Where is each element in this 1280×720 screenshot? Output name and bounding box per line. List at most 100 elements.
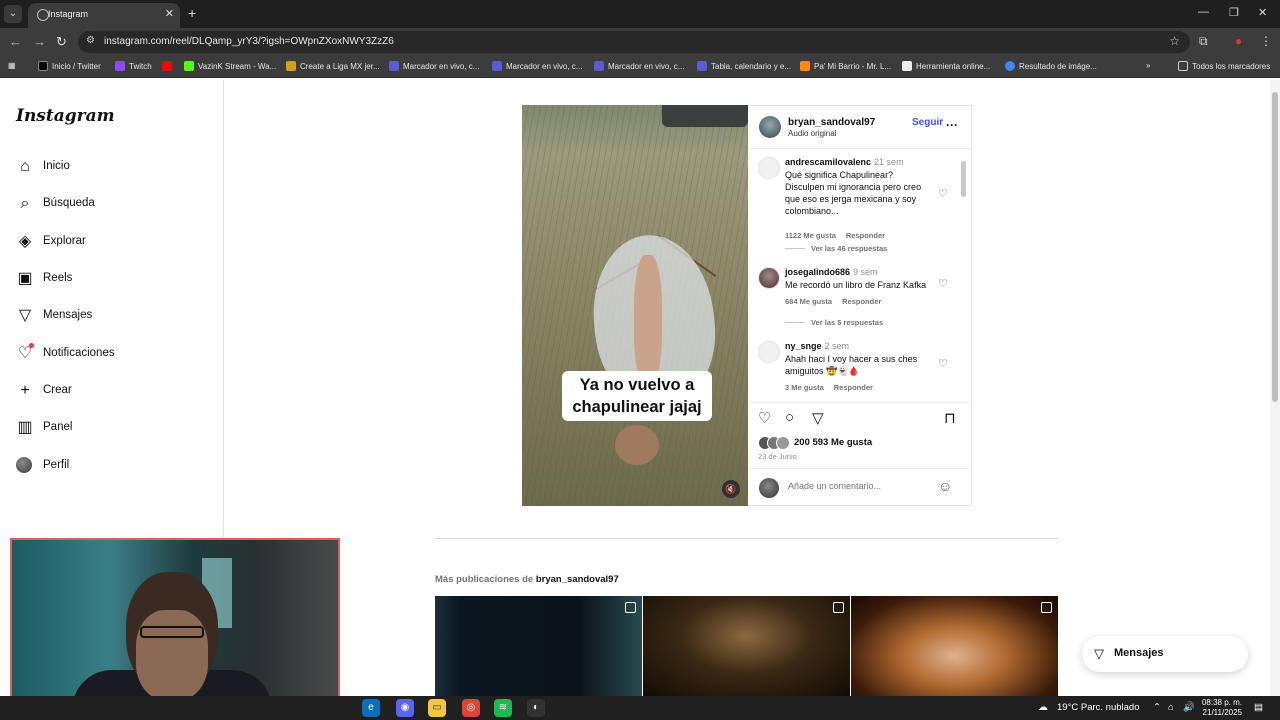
sidebar-item-busqueda[interactable]: ⌕ Búsqueda (16, 195, 206, 219)
apps-grid-icon[interactable]: ▦ (8, 61, 16, 70)
address-url[interactable]: instagram.com/reel/DLQamp_yrY3/?igsh=OWp… (104, 36, 394, 47)
bookmark-item[interactable]: Marcador en vivo, c... (492, 61, 582, 71)
weather-text[interactable]: 19°C Parc. nublado (1057, 702, 1140, 713)
tab-search-icon[interactable]: ⌄ (4, 5, 22, 23)
bookmark-item[interactable]: Pa' Mi Barrio - Mr. L... (800, 61, 891, 71)
share-icon[interactable]: ▽ (812, 409, 824, 427)
post-thumbnail[interactable] (435, 596, 642, 696)
page-scrollbar-thumb[interactable] (1272, 92, 1278, 402)
sidebar-item-panel[interactable]: ▥ Panel (16, 419, 206, 443)
reel-icon (625, 602, 636, 613)
close-window-icon[interactable]: ✕ (1258, 6, 1267, 19)
like-comment-icon[interactable]: ♡ (938, 187, 948, 200)
post-thumbnail[interactable] (643, 596, 850, 696)
obs-icon[interactable]: ◐ (527, 699, 545, 717)
bookmark-item[interactable] (162, 61, 176, 71)
sidebar-item-perfil[interactable]: Perfil (16, 457, 206, 481)
sidebar-item-explorar[interactable]: ◈ Explorar (16, 233, 206, 257)
profile-icon[interactable]: ● (1235, 34, 1242, 48)
back-icon[interactable]: ← (9, 34, 22, 49)
view-replies-button[interactable]: Ver las 46 respuestas (785, 244, 887, 253)
forward-icon[interactable]: → (33, 34, 46, 49)
comment-username[interactable]: andrescamilovalenc 21 sem (785, 157, 904, 167)
more-posts-heading: Más publicaciones de bryan_sandoval97 (435, 574, 619, 585)
minimize-icon[interactable]: — (1198, 6, 1209, 18)
messages-icon: ▽ (18, 307, 32, 324)
bookmark-star-icon[interactable]: ☆ (1169, 34, 1180, 48)
bookmark-item[interactable]: Twitch (115, 61, 152, 71)
bookmark-item[interactable]: Create a Liga MX jer... (286, 61, 380, 71)
menu-icon[interactable]: ⋮ (1260, 34, 1272, 48)
commenter-avatar[interactable] (758, 341, 780, 363)
reply-button[interactable]: Responder (834, 383, 873, 392)
like-comment-icon[interactable]: ♡ (938, 357, 948, 370)
sidebar-item-crear[interactable]: + Crear (16, 382, 206, 406)
like-comment-icon[interactable]: ♡ (938, 277, 948, 290)
sidebar-item-mensajes[interactable]: ▽ Mensajes (16, 307, 206, 331)
edge-icon[interactable]: e (362, 699, 380, 717)
author-username[interactable]: bryan_sandoval97 (788, 117, 875, 128)
likes-count[interactable]: 200 593 Me gusta (794, 437, 872, 448)
bookmark-item[interactable]: Marcador en vivo, c... (389, 61, 479, 71)
commenter-avatar[interactable] (758, 267, 780, 289)
bookmark-item[interactable]: Resultado de imáge... (1005, 61, 1097, 71)
notification-center-icon[interactable]: ▤ (1254, 702, 1263, 713)
comment-username[interactable]: ny_snge 2 sem (785, 341, 849, 351)
reload-icon[interactable]: ↻ (56, 34, 67, 50)
bookmark-item[interactable]: Tabla, calendario y e... (697, 61, 791, 71)
address-bar[interactable]: ⚙ instagram.com/reel/DLQamp_yrY3/?igsh=O… (78, 31, 1190, 53)
sidebar-item-reels[interactable]: ▣ Reels (16, 270, 206, 294)
reply-button[interactable]: Responder (842, 297, 881, 306)
volume-icon[interactable]: 🔊 (1183, 702, 1195, 713)
discord-icon[interactable]: ◉ (396, 699, 414, 717)
sidebar-item-inicio[interactable]: ⌂ Inicio (16, 158, 206, 182)
mute-icon[interactable]: 🔇 (722, 480, 740, 498)
page-scrollbar[interactable] (1270, 80, 1280, 696)
restore-icon[interactable]: ❐ (1229, 6, 1239, 19)
file-explorer-icon[interactable]: ▭ (428, 699, 446, 717)
instagram-logo[interactable]: Instagram (16, 106, 115, 126)
bookmark-item[interactable]: VazinK Stream - Wa... (184, 61, 276, 71)
commenter-avatar[interactable] (758, 157, 780, 179)
emoji-icon[interactable]: ☺ (938, 478, 952, 494)
sidebar-item-notificaciones[interactable]: ♡ Notificaciones (16, 343, 206, 369)
comment-input[interactable] (788, 481, 928, 491)
tab-instagram[interactable]: Instagram ✕ (28, 3, 180, 28)
comment-likes[interactable]: 1122 Me gusta (785, 231, 836, 240)
extensions-icon[interactable]: ⧉ (1199, 34, 1208, 49)
tray-chevron-icon[interactable]: ⌃ (1153, 702, 1161, 713)
comment-icon[interactable]: ○ (785, 409, 794, 426)
audio-label[interactable]: Audio original (788, 129, 836, 138)
close-tab-icon[interactable]: ✕ (165, 7, 174, 20)
more-bookmarks-icon[interactable]: » (1146, 61, 1150, 70)
view-replies-button[interactable]: Ver las 5 respuestas (785, 318, 883, 327)
post-panel: bryan_sandoval97 Audio original Seguir ·… (748, 105, 972, 506)
network-icon[interactable]: ⌂ (1168, 702, 1174, 713)
new-tab-icon[interactable]: + (188, 5, 196, 21)
like-icon[interactable]: ♡ (758, 409, 771, 427)
comment-username[interactable]: josegalindo686 9 sem (785, 267, 878, 277)
spotify-icon[interactable]: ≋ (494, 699, 512, 717)
bookmark-item[interactable]: Herramienta online... (902, 61, 990, 71)
chrome-icon[interactable]: ◎ (462, 699, 480, 717)
reel-icon (1041, 602, 1052, 613)
more-posts-username[interactable]: bryan_sandoval97 (536, 574, 619, 585)
messages-button[interactable]: ▽ Mensajes (1082, 636, 1248, 672)
comments-list[interactable]: andrescamilovalenc 21 sem Qué significa C… (748, 149, 970, 401)
comment-likes[interactable]: 3 Me gusta (785, 383, 824, 392)
save-icon[interactable]: ⊓ (944, 409, 956, 427)
site-info-icon[interactable]: ⚙ (86, 35, 95, 46)
author-avatar[interactable] (759, 116, 781, 138)
twitch-icon (115, 61, 125, 71)
post-thumbnail[interactable] (851, 596, 1058, 696)
all-bookmarks[interactable]: Todos los marcadores (1178, 61, 1270, 71)
follow-button[interactable]: Seguir (912, 117, 943, 128)
clock[interactable]: 08:38 p. m. 21/11/2025 (1200, 698, 1242, 718)
reel-video[interactable]: Ya no vuelvo a chapulinear jajaj 🔇 (522, 105, 748, 506)
more-options-icon[interactable]: ··· (946, 118, 958, 132)
reply-button[interactable]: Responder (846, 231, 885, 240)
bookmark-item[interactable]: Marcador en vivo, c... (594, 61, 684, 71)
comment-likes[interactable]: 684 Me gusta (785, 297, 832, 306)
comments-scrollbar[interactable] (961, 161, 966, 197)
bookmark-item[interactable]: Inicio / Twitter (38, 61, 101, 71)
